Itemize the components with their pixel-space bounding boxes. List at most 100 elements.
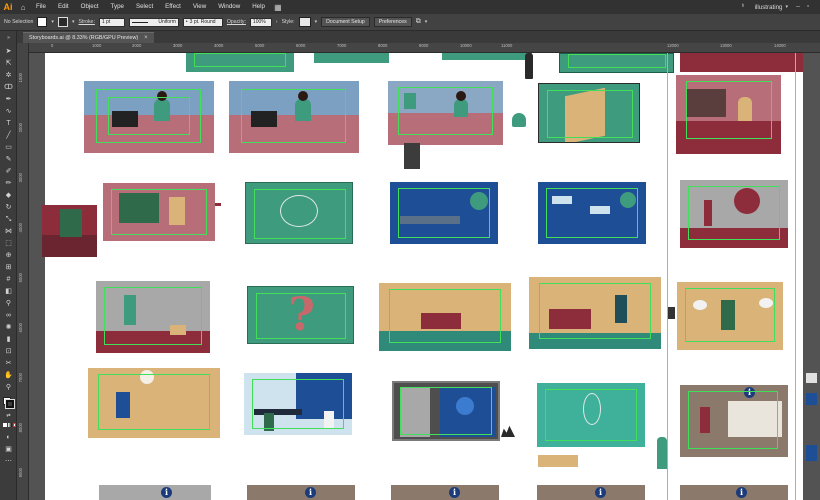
opacity-label[interactable]: Opacity: <box>227 19 246 25</box>
eraser-icon[interactable]: ◆ <box>3 191 14 201</box>
chevron-down-icon[interactable]: ▾ <box>425 19 428 25</box>
menu-select[interactable]: Select <box>130 0 159 14</box>
artboard-canvas[interactable]: ? i i i i i i <box>29 53 820 500</box>
storyboard-frame[interactable] <box>314 53 389 63</box>
eyedropper-icon[interactable]: ⚲ <box>3 299 14 309</box>
storyboard-frame[interactable] <box>676 75 781 154</box>
brush-definition[interactable]: • 3 pt. Round <box>182 17 223 27</box>
storyboard-frame[interactable] <box>245 182 353 244</box>
panel-handle[interactable] <box>806 373 817 383</box>
menu-view[interactable]: View <box>187 0 212 14</box>
chevron-down-icon[interactable]: ▾ <box>315 19 318 25</box>
rectangle-tool-icon[interactable]: ▭ <box>3 143 14 153</box>
free-transform-icon[interactable]: ⬚ <box>3 239 14 249</box>
stroke-weight-field[interactable]: 1 pt <box>98 17 125 27</box>
edit-toolbar-icon[interactable]: ⋯ <box>3 457 14 467</box>
menu-object[interactable]: Object <box>75 0 105 14</box>
paintbrush-icon[interactable]: ✎ <box>3 155 14 165</box>
hand-tool-icon[interactable]: ✋ <box>3 371 14 381</box>
lasso-icon[interactable]: ↀ <box>3 83 14 93</box>
close-icon[interactable]: × <box>144 35 148 41</box>
document-setup-button[interactable]: Document Setup <box>321 17 370 27</box>
storyboard-frame[interactable]: i <box>247 485 355 500</box>
chevron-down-icon[interactable]: ▾ <box>51 19 54 25</box>
stroke-label[interactable]: Stroke: <box>78 19 94 25</box>
shaper-tool-icon[interactable]: ✐ <box>3 167 14 177</box>
home-icon[interactable]: ⌂ <box>16 0 30 14</box>
storyboard-frame[interactable] <box>538 83 640 143</box>
storyboard-frame[interactable] <box>229 81 359 153</box>
scale-tool-icon[interactable]: ⤡ <box>3 215 14 225</box>
draw-mode-icon[interactable]: ◐ <box>3 433 14 443</box>
gradient-tool-icon[interactable]: ◧ <box>3 287 14 297</box>
variable-width-profile[interactable]: Uniform <box>128 17 179 27</box>
magic-wand-icon[interactable]: ✲ <box>3 71 14 81</box>
storyboard-frame[interactable] <box>677 282 783 350</box>
vertical-guide[interactable] <box>667 53 668 500</box>
rotate-tool-icon[interactable]: ↻ <box>3 203 14 213</box>
storyboard-frame[interactable] <box>559 53 674 73</box>
zoom-tool-icon[interactable]: ⚲ <box>3 383 14 393</box>
pen-tool-icon[interactable]: ✒ <box>3 95 14 105</box>
storyboard-frame[interactable] <box>88 368 220 438</box>
menu-window[interactable]: Window <box>212 0 246 14</box>
storyboard-frame[interactable] <box>538 182 646 244</box>
slice-tool-icon[interactable]: ✂ <box>3 359 14 369</box>
storyboard-frame[interactable] <box>680 180 788 248</box>
storyboard-frame[interactable]: i <box>391 485 499 500</box>
panel-thumbnail[interactable] <box>806 393 817 405</box>
storyboard-frame[interactable] <box>680 53 810 72</box>
direct-selection-tool-icon[interactable]: ⇱ <box>3 59 14 69</box>
storyboard-frame[interactable] <box>42 205 97 257</box>
lightbulb-icon[interactable]: ♁ <box>738 2 748 12</box>
storyboard-frame[interactable] <box>390 182 498 244</box>
menu-help[interactable]: Help <box>246 0 271 14</box>
blend-tool-icon[interactable]: ∞ <box>3 311 14 321</box>
graphic-style-swatch[interactable] <box>298 17 311 27</box>
opacity-field[interactable]: 100% <box>249 17 272 27</box>
curvature-tool-icon[interactable]: ∿ <box>3 107 14 117</box>
storyboard-frame[interactable] <box>96 281 210 353</box>
chevron-right-icon[interactable]: › <box>276 19 278 25</box>
arrange-documents-icon[interactable]: ▦ <box>271 0 285 14</box>
menu-file[interactable]: File <box>30 0 52 14</box>
menu-edit[interactable]: Edit <box>52 0 75 14</box>
arrange-icon[interactable]: ⧉ <box>416 18 421 26</box>
storyboard-frame[interactable]: ? <box>247 286 354 344</box>
storyboard-frame[interactable] <box>244 373 352 435</box>
storyboard-frame[interactable]: i <box>537 485 645 500</box>
storyboard-frame[interactable] <box>84 81 214 153</box>
storyboard-frame[interactable]: i <box>680 385 788 457</box>
selection-tool-icon[interactable]: ➤ <box>3 47 14 57</box>
stroke-indicator[interactable] <box>5 399 15 409</box>
preferences-button[interactable]: Preferences <box>373 17 412 27</box>
minimize-icon[interactable]: – <box>794 0 802 14</box>
line-tool-icon[interactable]: ╱ <box>3 131 14 141</box>
type-tool-icon[interactable]: T <box>3 119 14 129</box>
panel-thumbnail[interactable] <box>806 445 817 461</box>
storyboard-frame[interactable] <box>392 381 500 441</box>
chevron-down-icon[interactable]: ▾ <box>72 19 75 25</box>
fill-swatch[interactable] <box>37 17 48 27</box>
artboard-tool-icon[interactable]: ⊡ <box>3 347 14 357</box>
storyboard-frame[interactable] <box>379 283 511 351</box>
menu-type[interactable]: Type <box>105 0 130 14</box>
maximize-icon[interactable]: ▫ <box>804 0 812 14</box>
document-tab[interactable]: Storyboards.ai @ 8.33% (RGB/GPU Preview)… <box>23 32 154 43</box>
storyboard-frame[interactable]: i <box>680 485 788 500</box>
color-mode-icon[interactable] <box>3 423 7 427</box>
workspace-switcher[interactable]: illustrating ▾ <box>751 2 792 12</box>
storyboard-frame[interactable] <box>186 53 294 72</box>
storyboard-frame[interactable] <box>529 277 661 349</box>
perspective-grid-icon[interactable]: ⊞ <box>3 263 14 273</box>
width-tool-icon[interactable]: ⋈ <box>3 227 14 237</box>
collapse-panel-icon[interactable]: » <box>3 33 14 43</box>
storyboard-frame[interactable] <box>388 81 503 145</box>
stroke-swatch[interactable] <box>57 17 68 27</box>
storyboard-frame[interactable] <box>442 53 532 60</box>
vertical-guide[interactable] <box>795 53 796 500</box>
symbol-sprayer-icon[interactable]: ✺ <box>3 323 14 333</box>
storyboard-frame[interactable] <box>537 383 645 447</box>
screen-mode-icon[interactable]: ▣ <box>3 445 14 455</box>
swap-fill-stroke-icon[interactable]: ⇄ <box>3 411 14 421</box>
